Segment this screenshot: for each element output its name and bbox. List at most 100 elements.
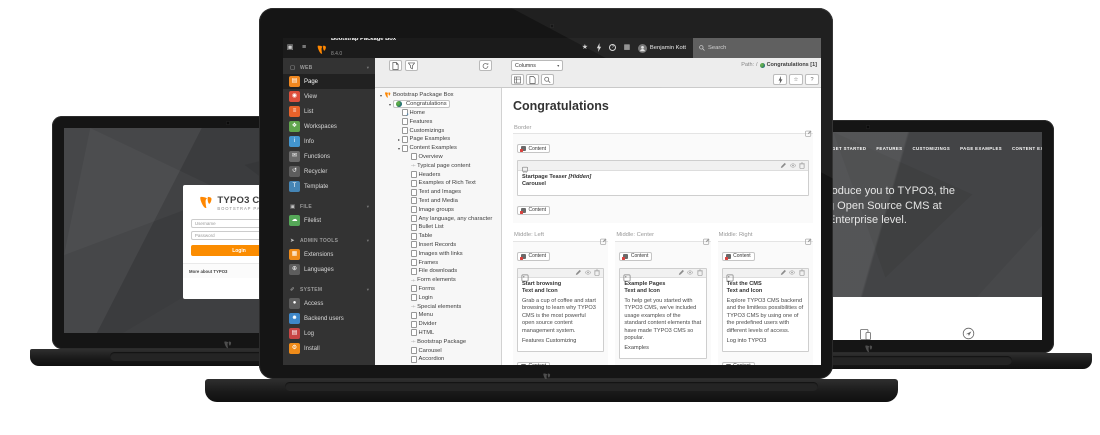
tree-node-divider[interactable]: Divider <box>375 320 501 329</box>
tree-node-bootstrap-package[interactable]: -+-Bootstrap Package <box>375 337 501 346</box>
nav-item-content-examples[interactable]: CONTENT EXAMPLES <box>1012 146 1042 151</box>
module-item-info[interactable]: iInfo <box>283 134 375 149</box>
tree-node-text-and-media[interactable]: Text and Media <box>375 197 501 206</box>
search-input[interactable] <box>708 45 803 51</box>
module-item-install[interactable]: ⚙Install <box>283 341 375 356</box>
content-element-card[interactable]: Startpage Teaser [Hidden] Carousel <box>517 160 809 196</box>
nav-item-customizings[interactable]: CUSTOMIZINGS <box>912 146 950 151</box>
module-item-log[interactable]: ▤Log <box>283 326 375 341</box>
nav-item-get-started[interactable]: GET STARTED <box>832 146 866 151</box>
tree-node-content-examples[interactable]: ▾Content Examples <box>375 144 501 153</box>
add-content-button[interactable]: Content <box>722 252 755 261</box>
module-section-system[interactable]: ✐SYSTEM▾ <box>283 283 375 296</box>
add-content-button[interactable]: Content <box>517 362 550 365</box>
tree-node-html[interactable]: HTML <box>375 329 501 338</box>
add-content-button[interactable]: Content <box>517 206 550 215</box>
edit-column-icon[interactable] <box>703 232 710 239</box>
tree-node-features[interactable]: Features <box>375 117 501 126</box>
tree-node-menu[interactable]: Menu <box>375 311 501 320</box>
delete-icon[interactable] <box>697 269 703 276</box>
tree-node-forms[interactable]: Forms <box>375 285 501 294</box>
apps-grid-icon[interactable]: ▦ <box>620 38 634 58</box>
module-menu-icon[interactable]: ≡ <box>297 38 311 58</box>
nav-item-page-examples[interactable]: PAGE EXAMPLES <box>960 146 1002 151</box>
add-content-button[interactable]: Content <box>517 252 550 261</box>
module-item-workspaces[interactable]: ❖Workspaces <box>283 119 375 134</box>
module-section-web[interactable]: ▢WEB▾ <box>283 61 375 74</box>
filter-button[interactable] <box>405 60 418 71</box>
tree-node-table[interactable]: Table <box>375 232 501 241</box>
nav-item-features[interactable]: FEATURES <box>876 146 902 151</box>
menu-collapse-icon[interactable]: ▣ <box>283 38 297 58</box>
module-item-backend-users[interactable]: ☻Backend users <box>283 311 375 326</box>
module-item-page[interactable]: ▤Page <box>283 74 375 89</box>
tree-node-images-with-links[interactable]: Images with links <box>375 249 501 258</box>
tree-node-home[interactable]: ↗Home <box>375 109 501 118</box>
refresh-button[interactable] <box>479 60 492 71</box>
tree-node-examples-of-rich-text[interactable]: Examples of Rich Text <box>375 179 501 188</box>
module-section-file[interactable]: ▣FILE▾ <box>283 200 375 213</box>
hide-icon[interactable] <box>687 269 693 276</box>
cache-button[interactable] <box>773 74 787 85</box>
tree-node-insert-records[interactable]: Insert Records <box>375 241 501 250</box>
edit-icon[interactable] <box>678 269 684 276</box>
tree-node-any-language-any-character[interactable]: Any language, any character <box>375 214 501 223</box>
tree-node-page-examples[interactable]: ▸Page Examples <box>375 135 501 144</box>
module-item-recycler[interactable]: ↺Recycler <box>283 164 375 179</box>
hide-icon[interactable] <box>790 162 796 169</box>
username-label[interactable]: Benjamin Kott <box>650 45 686 51</box>
help-button[interactable]: ? <box>805 74 819 85</box>
edit-column-icon[interactable] <box>600 232 607 239</box>
content-element-card[interactable]: Example PagesText and IconTo help get yo… <box>619 268 706 360</box>
add-content-button[interactable]: Content <box>517 144 550 153</box>
avatar[interactable] <box>638 44 647 53</box>
module-section-admin-tools[interactable]: ➤ADMIN TOOLS▾ <box>283 234 375 247</box>
view-mode-button[interactable] <box>511 74 524 85</box>
edit-column-icon[interactable] <box>805 124 812 131</box>
edit-page-button[interactable] <box>526 74 539 85</box>
tree-node-accordion[interactable]: Accordion <box>375 355 501 364</box>
tree-node-bootstrap-package-box[interactable]: ▾Bootstrap Package Box <box>375 91 501 100</box>
hide-icon[interactable] <box>789 269 795 276</box>
delete-icon[interactable] <box>799 269 805 276</box>
tree-node-form-elements[interactable]: -+-Form elements <box>375 276 501 285</box>
tree-node-congratulations[interactable]: ▾Congratulations <box>375 100 501 109</box>
tree-node-special-elements[interactable]: -+-Special elements <box>375 302 501 311</box>
module-item-extensions[interactable]: ▦Extensions <box>283 247 375 262</box>
help-icon[interactable]: ? <box>606 38 620 58</box>
tree-node-headers[interactable]: Headers <box>375 170 501 179</box>
edit-icon[interactable] <box>575 269 581 276</box>
add-content-button[interactable]: Content <box>619 252 652 261</box>
tree-node-frames[interactable]: Frames <box>375 258 501 267</box>
columns-select[interactable]: Columns ▼ <box>511 60 563 71</box>
edit-icon[interactable] <box>780 162 786 169</box>
tree-node-login[interactable]: Login <box>375 293 501 302</box>
edit-column-icon[interactable] <box>805 232 812 239</box>
tree-node-customizings[interactable]: Customizings <box>375 126 501 135</box>
bookmark-button[interactable]: ☆ <box>789 74 803 85</box>
module-item-template[interactable]: TTemplate <box>283 179 375 194</box>
module-item-access[interactable]: ●Access <box>283 296 375 311</box>
tree-node-image-groups[interactable]: Image groups <box>375 205 501 214</box>
tree-node-typical-page-content[interactable]: -+-Typical page content <box>375 161 501 170</box>
module-item-languages[interactable]: ⊕Languages <box>283 262 375 277</box>
tree-node-carousel[interactable]: Carousel <box>375 346 501 355</box>
content-element-card[interactable]: Start browsingText and IconGrab a cup of… <box>517 268 604 352</box>
search-button[interactable] <box>541 74 554 85</box>
delete-icon[interactable] <box>799 162 805 169</box>
new-page-button[interactable] <box>389 60 402 71</box>
hide-icon[interactable] <box>585 269 591 276</box>
clear-cache-bolt-icon[interactable] <box>592 38 606 58</box>
search-box[interactable] <box>693 38 821 58</box>
content-element-card[interactable]: Test the CMSText and IconExplore TYPO3 C… <box>722 268 809 352</box>
more-about-link[interactable]: More about TYPO3 <box>189 269 227 274</box>
tree-node-file-downloads[interactable]: File downloads <box>375 267 501 276</box>
module-item-filelist[interactable]: ☁Filelist <box>283 213 375 228</box>
tree-node-bullet-list[interactable]: Bullet List <box>375 223 501 232</box>
delete-icon[interactable] <box>594 269 600 276</box>
module-item-view[interactable]: ◉View <box>283 89 375 104</box>
module-item-list[interactable]: ≡List <box>283 104 375 119</box>
bookmark-star-icon[interactable]: ★ <box>578 38 592 58</box>
add-content-button[interactable]: Content <box>722 362 755 365</box>
tree-node-overview[interactable]: Overview <box>375 153 501 162</box>
